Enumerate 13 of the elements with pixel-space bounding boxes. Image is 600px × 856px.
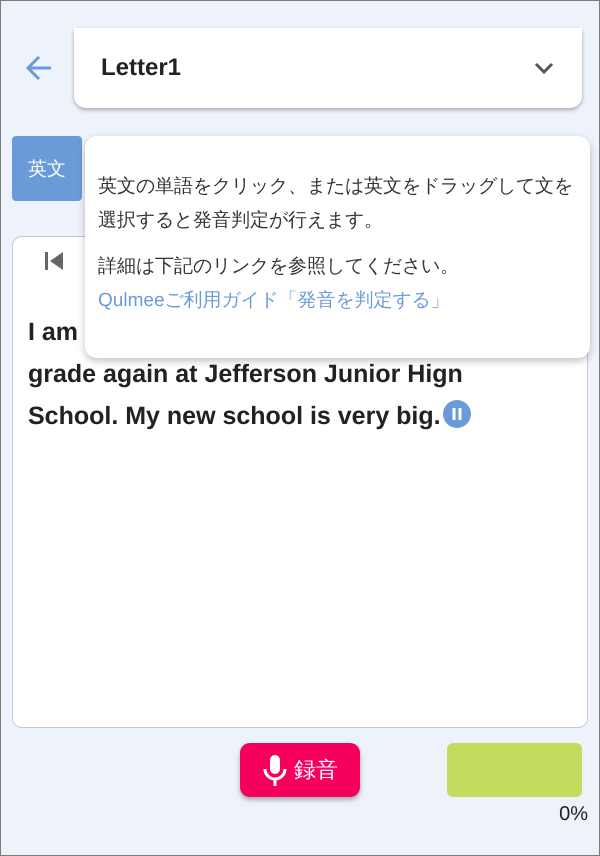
skip-back-icon[interactable] [42,249,66,273]
chevron-down-icon [534,62,554,74]
back-icon[interactable] [24,53,54,83]
score-percent: 0% [559,803,588,826]
help-text: 詳細は下記のリンクを参照してください。 [98,255,460,279]
record-button[interactable]: 録音 [240,743,360,797]
microphone-icon [262,754,288,786]
passage-text[interactable]: School. My new school is very big. [28,402,441,430]
pause-icon[interactable] [442,400,471,428]
document-select[interactable]: Letter1 [74,28,582,108]
passage-text[interactable]: grade again at Jefferson Junior Hign [28,360,463,388]
help-text: 英文の単語をクリック、または英文をドラッグして文を選択すると発音判定が行えます。 [98,175,574,233]
passage-text[interactable]: I am [28,318,78,346]
